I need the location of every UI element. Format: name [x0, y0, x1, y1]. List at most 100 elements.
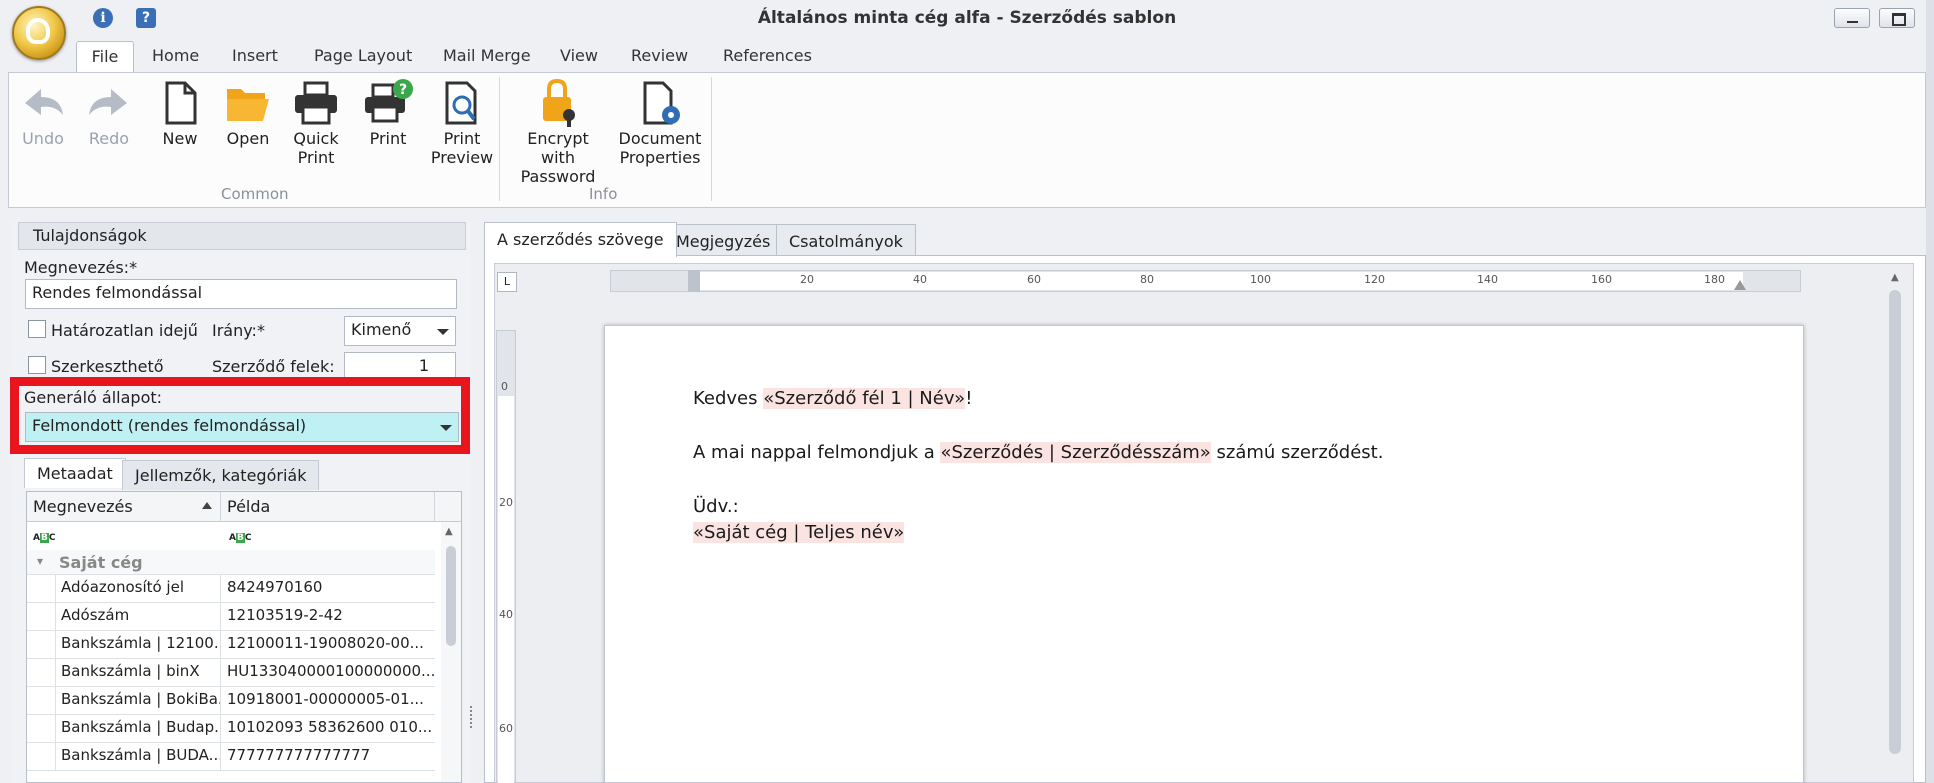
- table-row[interactable]: Adószám 12103519-2-42: [27, 602, 435, 631]
- tab-home[interactable]: Home: [152, 46, 199, 65]
- ruler-labels: 20 40 60 80 100 120 140 160 180: [610, 270, 1801, 292]
- window-title: Általános minta cég alfa - Szerződés sab…: [757, 8, 1177, 28]
- indefinite-checkbox[interactable]: [28, 320, 46, 338]
- doc-line-signature[interactable]: «Saját cég | Teljes név»: [693, 522, 905, 543]
- chevron-down-icon: [437, 329, 449, 335]
- chevron-down-icon: [440, 425, 452, 431]
- print-preview-button[interactable]: Print Preview: [429, 77, 495, 167]
- group-separator: [499, 77, 500, 201]
- open-button[interactable]: Open: [221, 77, 275, 148]
- name-label: Megnevezés:*: [24, 258, 138, 277]
- ruler-label: 120: [1364, 273, 1385, 286]
- filter-abc-icon: ABC: [229, 533, 252, 543]
- ruler-label: 20: [499, 496, 513, 509]
- table-row[interactable]: Bankszámla | BUDA... 777777777777777: [27, 742, 435, 771]
- ruler-label: 40: [499, 608, 513, 621]
- redo-button[interactable]: Redo: [81, 77, 137, 148]
- merge-field: «Szerződő fél 1 | Név»: [763, 388, 966, 409]
- doc-line-greeting[interactable]: Kedves «Szerződő fél 1 | Név»!: [693, 388, 972, 409]
- table-row[interactable]: Bankszámla | binX HU133040000100000000...: [27, 658, 435, 687]
- ruler-label: 140: [1477, 273, 1498, 286]
- minimize-button[interactable]: [1834, 8, 1870, 28]
- collapse-icon: ▾: [37, 554, 44, 568]
- quick-print-icon: [295, 81, 337, 125]
- open-folder-icon: [227, 89, 269, 121]
- filter-abc-icon: ABC: [33, 533, 56, 543]
- table-row[interactable]: Bankszámla | Budap... 10102093 58362600 0…: [27, 714, 435, 743]
- group-label-common: Common: [221, 185, 289, 203]
- direction-select[interactable]: Kimenő: [344, 316, 456, 346]
- table-row[interactable]: Bankszámla | BokiBa... 10918001-00000005-…: [27, 686, 435, 715]
- ruler-label: 60: [499, 722, 513, 735]
- tab-references[interactable]: References: [723, 46, 812, 65]
- indefinite-label: Határozatlan idejű: [51, 321, 198, 340]
- document-properties-icon: [643, 81, 680, 125]
- ruler-label: 100: [1250, 273, 1271, 286]
- name-input[interactable]: Rendes felmondással: [25, 279, 457, 309]
- gen-state-select[interactable]: Felmondott (rendes felmondással): [25, 412, 459, 442]
- tab-stop-selector[interactable]: L: [497, 272, 517, 292]
- app-menu-button[interactable]: [12, 6, 66, 60]
- document-properties-button[interactable]: Document Properties: [617, 77, 703, 167]
- ruler-label: 60: [1027, 273, 1041, 286]
- redo-icon: [89, 89, 127, 115]
- encrypt-lock-icon: [543, 78, 575, 127]
- ruler-label: 80: [1140, 273, 1154, 286]
- doc-line-body[interactable]: A mai nappal felmondjuk a «Szerződés | S…: [693, 442, 1383, 463]
- ruler-label: 20: [800, 273, 814, 286]
- tab-contract-text[interactable]: A szerződés szövege: [484, 222, 677, 257]
- document-page[interactable]: Kedves «Szerződő fél 1 | Név»! A mai nap…: [604, 325, 1804, 783]
- svg-text:?: ?: [399, 82, 407, 98]
- direction-value: Kimenő: [351, 320, 412, 339]
- new-button[interactable]: New: [155, 77, 205, 148]
- tab-attachments[interactable]: Csatolmányok: [776, 224, 916, 257]
- properties-header: Tulajdonságok: [18, 222, 466, 250]
- splitter-handle[interactable]: [470, 706, 476, 728]
- tab-page-layout[interactable]: Page Layout: [314, 46, 412, 65]
- right-indent-marker[interactable]: [1734, 280, 1746, 290]
- quick-print-button[interactable]: Quick Print: [289, 77, 343, 167]
- tab-jellemzok[interactable]: Jellemzők, kategóriák: [122, 460, 320, 490]
- undo-button[interactable]: Undo: [15, 77, 71, 148]
- tab-review[interactable]: Review: [631, 46, 688, 65]
- app-logo-icon: [26, 18, 50, 44]
- table-row[interactable]: Bankszámla | 12100... 12100011-19008020-0…: [27, 630, 435, 659]
- grid-scrollbar[interactable]: ▲: [441, 522, 461, 782]
- column-header-name[interactable]: Megnevezés: [27, 492, 221, 522]
- doc-line-closing[interactable]: Üdv.:: [693, 496, 739, 517]
- grid-header-corner: [435, 492, 461, 522]
- scroll-up-icon: ▲: [445, 526, 453, 537]
- print-preview-icon: [445, 81, 477, 125]
- tab-view[interactable]: View: [560, 46, 598, 65]
- column-header-example[interactable]: Példa: [221, 492, 435, 522]
- tab-metaadat[interactable]: Metaadat: [24, 458, 126, 488]
- document-scroll-thumb[interactable]: [1889, 290, 1901, 754]
- print-button[interactable]: ? Print: [361, 77, 415, 148]
- undo-icon: [25, 89, 63, 115]
- editable-checkbox[interactable]: [28, 356, 46, 374]
- tab-note[interactable]: Megjegyzés: [663, 224, 784, 257]
- new-document-icon: [165, 81, 197, 125]
- filter-row[interactable]: ABC ABC: [27, 522, 435, 551]
- ruler-label: 160: [1591, 273, 1612, 286]
- encrypt-button[interactable]: Encrypt with Password: [509, 77, 607, 186]
- maximize-button[interactable]: [1879, 8, 1915, 28]
- table-row[interactable]: Adóazonosító jel 8424970160: [27, 574, 435, 603]
- group-row[interactable]: ▾ Saját cég: [27, 550, 435, 575]
- metadata-grid: Megnevezés Példa ABC ABC ▾ Saját cég Adó…: [26, 491, 462, 783]
- ruler-label: 0: [501, 380, 508, 393]
- group-label: Saját cég: [59, 553, 143, 572]
- merge-field: «Saját cég | Teljes név»: [693, 522, 905, 543]
- group-separator: [711, 77, 712, 201]
- ribbon-tab-bar: File Home Insert Page Layout Mail Merge …: [0, 37, 1934, 75]
- indent-marker[interactable]: [688, 270, 700, 292]
- scroll-up-icon[interactable]: ▲: [1891, 272, 1899, 283]
- sort-ascending-icon: [202, 502, 212, 509]
- tab-insert[interactable]: Insert: [232, 46, 278, 65]
- tab-mail-merge[interactable]: Mail Merge: [443, 46, 531, 65]
- tab-file[interactable]: File: [76, 41, 134, 75]
- ruler-label: 40: [913, 273, 927, 286]
- merge-field: «Szerződés | Szerződésszám»: [940, 442, 1211, 463]
- ribbon-panel: Undo Redo New Open Quick Print ? Print Pr…: [8, 72, 1926, 208]
- grid-scroll-thumb: [446, 546, 456, 646]
